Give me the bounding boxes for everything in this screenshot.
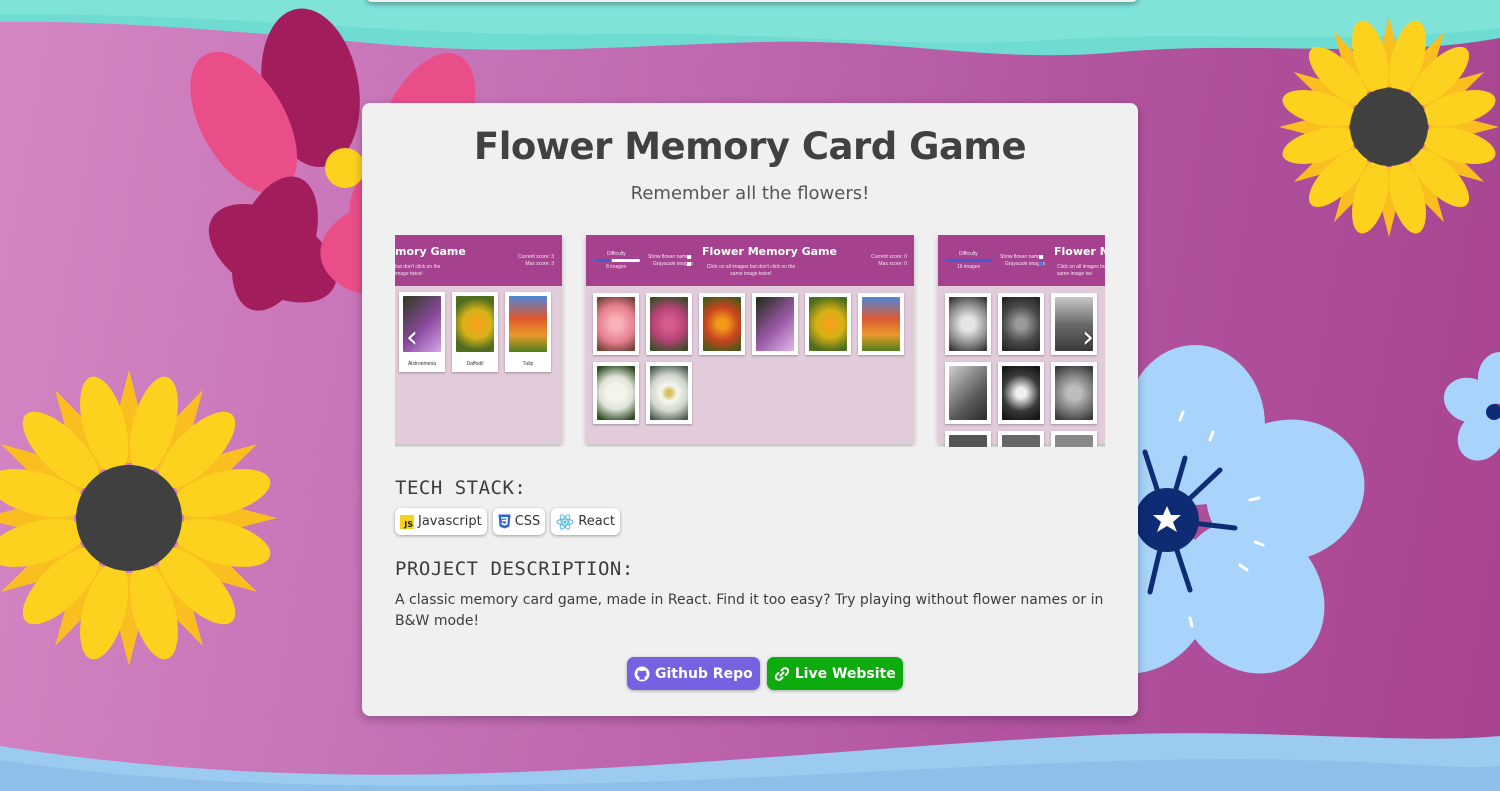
flower-card xyxy=(998,293,1044,355)
project-links: Github Repo Live Website xyxy=(627,657,903,690)
css-icon xyxy=(498,514,511,529)
flower-card xyxy=(945,431,991,447)
slide-note: but don't click on the image twice! xyxy=(395,264,441,277)
slide-header: Difficulty 16 images Show flower names G… xyxy=(938,235,1105,286)
tech-badge-label: React xyxy=(578,514,615,529)
difficulty-value: 8 images xyxy=(606,264,627,270)
sunflower-left xyxy=(0,370,277,666)
slide-max-score: Max score: 3 xyxy=(525,261,554,267)
slide-title: mory Game xyxy=(395,245,466,258)
checkbox-icon[interactable] xyxy=(687,262,691,266)
flower-card-caption: Tulip xyxy=(522,361,534,367)
live-website-button[interactable]: Live Website xyxy=(766,657,903,690)
flower-card xyxy=(699,293,745,355)
flower-card: Daffodil xyxy=(452,292,498,372)
link-icon xyxy=(774,666,789,681)
project-description-heading: PROJECT DESCRIPTION: xyxy=(395,558,634,580)
flower-card xyxy=(945,362,991,424)
flower-card xyxy=(646,362,692,424)
tech-badge-css: CSS xyxy=(492,508,546,535)
flower-card xyxy=(945,293,991,355)
flower-card xyxy=(1051,431,1097,447)
sunflower-right xyxy=(1279,17,1499,237)
tech-badge-label: CSS xyxy=(514,514,541,529)
flower-card-caption: Daffodil xyxy=(466,361,484,367)
flower-card xyxy=(998,431,1044,447)
slide-current-score: Current score: 0 xyxy=(871,254,907,260)
slide-title: Flower Mem xyxy=(1054,245,1105,258)
flower-card: Tulip xyxy=(505,292,551,372)
flower-card xyxy=(752,293,798,355)
difficulty-label: Difficulty xyxy=(959,251,978,257)
slide-title: Flower Memory Game xyxy=(702,245,837,258)
difficulty-value: 16 images xyxy=(957,264,981,270)
show-names-toggle[interactable]: Show flower names xyxy=(1000,254,1044,261)
chevron-left-icon[interactable]: ‹ xyxy=(403,323,421,353)
difficulty-slider[interactable] xyxy=(946,259,992,262)
tech-badge-label: Javascript xyxy=(418,514,482,529)
slide-note: Click on all images but don't click on t… xyxy=(706,264,796,277)
slide-max-score: Max score: 0 xyxy=(878,261,907,267)
previous-card-edge xyxy=(366,0,1138,2)
project-description-text: A classic memory card game, made in Reac… xyxy=(395,592,1104,629)
github-repo-button[interactable]: Github Repo xyxy=(627,657,760,690)
checkbox-icon[interactable] xyxy=(1039,255,1043,259)
project-subtitle: Remember all the flowers! xyxy=(630,183,870,204)
tech-badge-javascript: JS Javascript xyxy=(395,508,487,535)
difficulty-label: Difficulty xyxy=(607,251,626,257)
github-icon xyxy=(634,666,650,681)
react-icon xyxy=(556,513,574,530)
screenshot-carousel[interactable]: mory Game but don't click on the image t… xyxy=(395,235,1105,447)
flower-card xyxy=(1051,362,1097,424)
show-names-toggle[interactable]: Show flower names xyxy=(648,254,692,261)
flower-card xyxy=(998,362,1044,424)
github-repo-label: Github Repo xyxy=(655,665,753,682)
flower-card-caption: Alstroemeria xyxy=(407,361,437,367)
slide-header: mory Game but don't click on the image t… xyxy=(395,235,562,286)
slide-note: Click on all images bu same image twi xyxy=(1057,264,1105,277)
project-title: Flower Memory Card Game xyxy=(473,125,1027,168)
carousel-slide-2: Difficulty 8 images Show flower names Gr… xyxy=(586,235,914,444)
flower-card xyxy=(805,293,851,355)
difficulty-slider[interactable] xyxy=(594,259,640,262)
tech-badge-react: React xyxy=(551,508,620,535)
checkbox-icon[interactable] xyxy=(687,255,691,259)
flower-card xyxy=(593,362,639,424)
project-card: Flower Memory Card Game Remember all the… xyxy=(362,103,1138,716)
tech-stack-heading: TECH STACK: xyxy=(395,477,527,499)
flower-card xyxy=(858,293,904,355)
live-website-label: Live Website xyxy=(794,665,896,682)
small-blue-flower xyxy=(1443,352,1500,461)
checkbox-checked-icon[interactable] xyxy=(1039,262,1043,266)
flower-card xyxy=(593,293,639,355)
slide-current-score: Current score: 3 xyxy=(518,254,554,260)
flower-card xyxy=(646,293,692,355)
tech-stack-list: JS Javascript CSS React xyxy=(395,508,620,535)
slide-header: Difficulty 8 images Show flower names Gr… xyxy=(586,235,914,286)
javascript-icon: JS xyxy=(400,514,414,529)
chevron-right-icon[interactable]: › xyxy=(1079,323,1097,353)
